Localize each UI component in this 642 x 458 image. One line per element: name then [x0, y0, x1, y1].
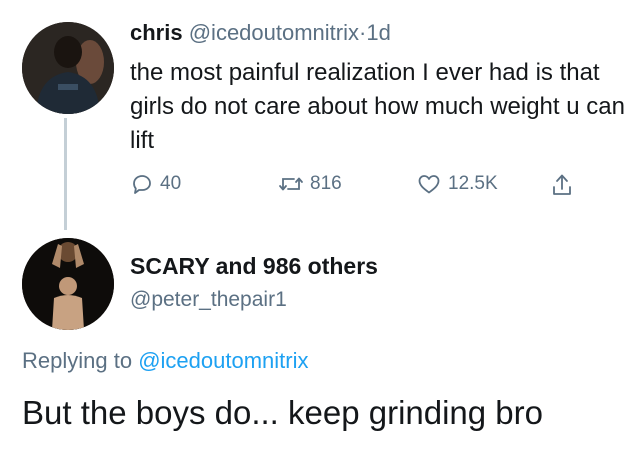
tweet-text: the most painful realization I ever had … [130, 59, 625, 154]
heart-icon [418, 175, 440, 194]
avatar[interactable] [22, 22, 114, 114]
retweet-count: 816 [310, 173, 342, 194]
reply-button[interactable]: 40 [130, 172, 181, 196]
like-count: 12.5K [448, 173, 498, 194]
reply-count: 40 [160, 173, 182, 194]
thread-line [64, 118, 67, 230]
reply-author-name[interactable]: SCARY and 986 others [130, 253, 378, 280]
reply-author-handle[interactable]: @peter_thepair1 [130, 288, 287, 312]
replying-to: Replying to @icedoutomnitrix [22, 348, 309, 374]
author-handle[interactable]: @icedoutomnitrix [189, 20, 359, 45]
reply-avatar[interactable] [22, 238, 114, 330]
original-tweet[interactable]: chris @icedoutomnitrix·1d the most painf… [0, 0, 642, 240]
avatar-photo [22, 238, 114, 330]
author-name[interactable]: chris [130, 20, 183, 45]
tweet-header: chris @icedoutomnitrix·1d [130, 20, 391, 46]
replying-prefix: Replying to [22, 348, 133, 373]
share-button[interactable] [550, 172, 580, 198]
tweet-actions: 40 816 12.5K [130, 172, 600, 202]
replying-mention-link[interactable]: @icedoutomnitrix [138, 348, 308, 373]
like-button[interactable]: 12.5K [416, 172, 498, 196]
reply-icon [133, 175, 151, 194]
retweet-icon [279, 177, 303, 191]
avatar-photo [22, 22, 114, 114]
timestamp[interactable]: 1d [366, 20, 390, 45]
retweet-button[interactable]: 816 [278, 172, 342, 196]
reply-text: But the boys do... keep grinding bro [22, 394, 544, 431]
share-icon [553, 174, 571, 195]
